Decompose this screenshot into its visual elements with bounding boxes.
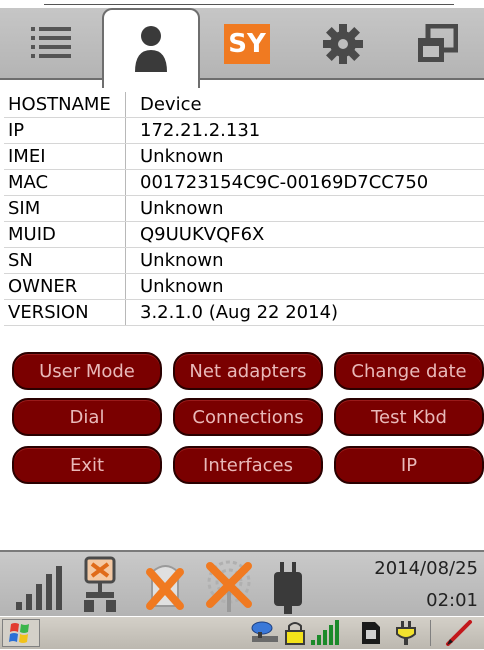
info-row-version: VERSION 3.2.1.0 (Aug 22 2014) bbox=[4, 300, 484, 326]
power-plug-tray-icon[interactable] bbox=[394, 620, 418, 646]
info-value: Unknown bbox=[140, 250, 224, 271]
info-value: 172.21.2.131 bbox=[140, 120, 261, 141]
info-key: IP bbox=[4, 118, 126, 143]
info-key: SIM bbox=[4, 196, 126, 221]
info-row-hostname: HOSTNAME Device bbox=[4, 92, 484, 118]
connections-button[interactable]: Connections bbox=[173, 398, 323, 436]
info-row-sim: SIM Unknown bbox=[4, 196, 484, 222]
info-key: SN bbox=[4, 248, 126, 273]
tab-device-info[interactable] bbox=[102, 8, 200, 88]
tab-sy[interactable]: SY bbox=[200, 12, 294, 76]
tray-divider bbox=[430, 620, 431, 646]
status-date: 2014/08/25 bbox=[374, 558, 478, 579]
info-key: HOSTNAME bbox=[4, 92, 126, 117]
info-value: Q9UUKVQF6X bbox=[140, 224, 265, 245]
tab-windows[interactable] bbox=[390, 12, 484, 76]
windows-icon bbox=[418, 24, 458, 62]
wifi-disabled-icon bbox=[206, 560, 252, 612]
tab-bar: SY bbox=[0, 8, 484, 88]
info-key: MUID bbox=[4, 222, 126, 247]
info-value: Unknown bbox=[140, 198, 224, 219]
sim-card-icon[interactable] bbox=[360, 620, 382, 646]
status-bar: 2014/08/25 02:01 bbox=[0, 550, 484, 618]
windows-flag-icon bbox=[9, 623, 29, 643]
info-row-sn: SN Unknown bbox=[4, 248, 484, 274]
info-row-muid: MUID Q9UUKVQF6X bbox=[4, 222, 484, 248]
tab-menu[interactable] bbox=[4, 12, 98, 76]
taskbar bbox=[0, 616, 484, 649]
user-icon bbox=[135, 26, 167, 72]
modem-disabled-icon bbox=[146, 565, 184, 610]
info-row-owner: OWNER Unknown bbox=[4, 274, 484, 300]
dial-button[interactable]: Dial bbox=[12, 398, 162, 436]
pen-input-icon[interactable] bbox=[444, 620, 476, 646]
info-key: MAC bbox=[4, 170, 126, 195]
gear-icon bbox=[323, 24, 363, 64]
exit-button[interactable]: Exit bbox=[12, 446, 162, 484]
network-disconnected-icon bbox=[84, 556, 116, 612]
signal-bars-icon[interactable] bbox=[310, 620, 340, 646]
interfaces-button[interactable]: Interfaces bbox=[173, 446, 323, 484]
status-time: 02:01 bbox=[426, 590, 478, 611]
sy-logo: SY bbox=[224, 24, 270, 64]
network-connection-icon[interactable] bbox=[248, 620, 282, 646]
tab-settings[interactable] bbox=[296, 12, 390, 76]
info-value: Unknown bbox=[140, 276, 224, 297]
list-icon bbox=[31, 27, 71, 58]
test-kbd-button[interactable]: Test Kbd bbox=[334, 398, 484, 436]
change-date-button[interactable]: Change date bbox=[334, 352, 484, 390]
info-value: Unknown bbox=[140, 146, 224, 167]
ip-button[interactable]: IP bbox=[334, 446, 484, 484]
sy-logo-text: SY bbox=[228, 29, 266, 59]
info-row-ip: IP 172.21.2.131 bbox=[4, 118, 484, 144]
info-value: Device bbox=[140, 94, 202, 115]
info-key: VERSION bbox=[4, 300, 126, 325]
info-key: OWNER bbox=[4, 274, 126, 299]
info-value: 001723154C9C-00169D7CC750 bbox=[140, 172, 429, 193]
device-info-table: HOSTNAME Device IP 172.21.2.131 IMEI Unknow… bbox=[4, 92, 484, 326]
info-key: IMEI bbox=[4, 144, 126, 169]
info-value: 3.2.1.0 (Aug 22 2014) bbox=[140, 302, 339, 323]
lock-icon[interactable] bbox=[284, 620, 306, 646]
signal-strength-icon bbox=[16, 566, 62, 610]
info-row-imei: IMEI Unknown bbox=[4, 144, 484, 170]
power-plug-icon bbox=[274, 562, 302, 614]
info-row-mac: MAC 001723154C9C-00169D7CC750 bbox=[4, 170, 484, 196]
net-adapters-button[interactable]: Net adapters bbox=[173, 352, 323, 390]
start-button[interactable] bbox=[2, 619, 40, 647]
user-mode-button[interactable]: User Mode bbox=[12, 352, 162, 390]
